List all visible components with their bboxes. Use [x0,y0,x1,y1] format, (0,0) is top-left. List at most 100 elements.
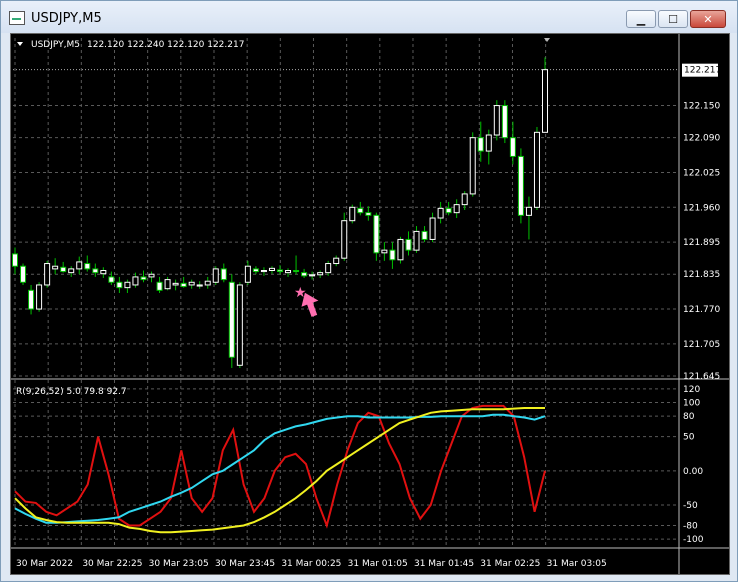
price-tick-label: 122.090 [683,134,720,144]
indicator-tick-label: 0.00 [683,467,703,477]
candle-body [493,105,500,136]
candle-body [236,284,243,366]
candle-body [309,274,316,277]
candle-body [293,269,300,273]
candle-body [68,268,75,274]
candle-body [180,282,187,288]
candle-body [28,289,35,310]
price-tick-label: 121.960 [683,203,720,213]
chart-area[interactable]: 122.150 122.090 122.025 121.960 121.895 121.8… [10,33,730,575]
window-title: USDJPY,M5 [31,11,102,26]
candle-body [108,276,115,283]
time-tick-label: 30 Mar 23:45 [215,559,275,569]
candle-body [268,267,275,271]
candle-body [260,269,267,273]
candle-body [20,265,27,283]
candle-body [485,134,492,152]
candle-body [333,257,340,265]
price-tick-label: 121.705 [683,340,720,350]
candle-body [204,280,211,286]
indicator-tick-label: 100 [683,399,700,409]
candle-body [188,281,195,286]
minimize-button[interactable]: ▁ [626,10,656,28]
indicator-tick-label: -100 [683,535,704,545]
candle-body [461,193,468,206]
price-tick-label: 121.895 [683,238,720,248]
candle-body [44,263,51,286]
candle-body [525,206,532,216]
candle-body [542,69,548,133]
price-tick-label: 121.645 [683,372,720,382]
time-tick-label: 31 Mar 03:05 [547,559,607,569]
chart-window-icon [9,11,25,25]
candle-body [389,249,396,261]
candle-body [132,276,139,286]
indicator-tick-label: 50 [683,433,695,443]
chart-canvas[interactable]: 122.150 122.090 122.025 121.960 121.895 121.8… [11,34,729,574]
candle-body [252,268,259,273]
candle-body [501,105,508,139]
candle-body [36,284,43,310]
candle-body [317,272,324,276]
candle-body [429,217,436,240]
candle-body [52,265,59,270]
candle-body [220,268,227,281]
indicator-tick-label: 120 [683,385,700,395]
candle-body [469,137,476,195]
indicator-grid [13,388,679,540]
mt-chart-window: USDJPY,M5 ▁ ☐ ✕ 122.150 122.090 122.025 121… [0,0,738,582]
axis-labels: 122.150 122.090 122.025 121.960 121.895 121.8… [16,102,720,569]
time-tick-label: 30 Mar 22:25 [82,559,142,569]
title-bar[interactable]: USDJPY,M5 ▁ ☐ ✕ [1,1,737,33]
indicator-title: R(9,26,52) 5.0 79.8 92.7 [16,387,127,397]
candle-body [12,253,18,267]
candle-body [397,238,404,261]
shift-marker-icon[interactable] [544,38,550,42]
candle-body [381,249,388,254]
candle-body [533,131,540,208]
candle-body [517,155,524,216]
candle-body [164,279,171,290]
time-tick-label: 31 Mar 00:25 [281,559,341,569]
candle-body [156,281,163,291]
current-price-label: 122.217 [684,66,721,76]
price-tick-label: 121.770 [683,305,720,315]
candle-body [509,137,516,157]
candle-body [445,207,452,214]
candle-body [124,281,131,289]
candle-body [453,204,460,214]
price-tick-label: 122.150 [683,102,720,112]
symbol-label: USDJPY,M5 [31,40,80,50]
candle-body [172,282,179,286]
candle-body [60,266,67,273]
buy-signal-arrow-icon: ★ [294,285,319,317]
candle-body [277,269,283,273]
candle-body [301,272,308,277]
candle-body [140,276,147,281]
candle-body [148,273,155,278]
candle-body [477,137,484,152]
close-button[interactable]: ✕ [690,10,726,28]
candle-body [100,269,107,275]
candle-body [228,281,235,358]
indicator-tick-label: -50 [683,501,698,511]
time-tick-label: 30 Mar 23:05 [149,559,209,569]
candle-body [437,207,444,219]
candle-body [349,206,356,222]
time-tick-label: 31 Mar 01:45 [414,559,474,569]
maximize-button[interactable]: ☐ [658,10,688,28]
ohlc-header: 122.120 122.240 122.120 122.217 [87,40,244,50]
price-tick-label: 121.835 [683,270,720,280]
time-tick-label: 31 Mar 02:25 [480,559,540,569]
candle-body [325,263,332,274]
indicator-tick-label: 80 [683,412,695,422]
candle-body [341,220,348,259]
candle-body [244,265,251,283]
time-tick-label: 30 Mar 2022 [16,559,73,569]
candle-body [373,214,380,254]
collapse-triangle-icon[interactable] [17,42,23,46]
candle-body [92,268,99,274]
candle-body [84,263,91,270]
candle-body [285,269,292,274]
candle-body [421,230,428,240]
